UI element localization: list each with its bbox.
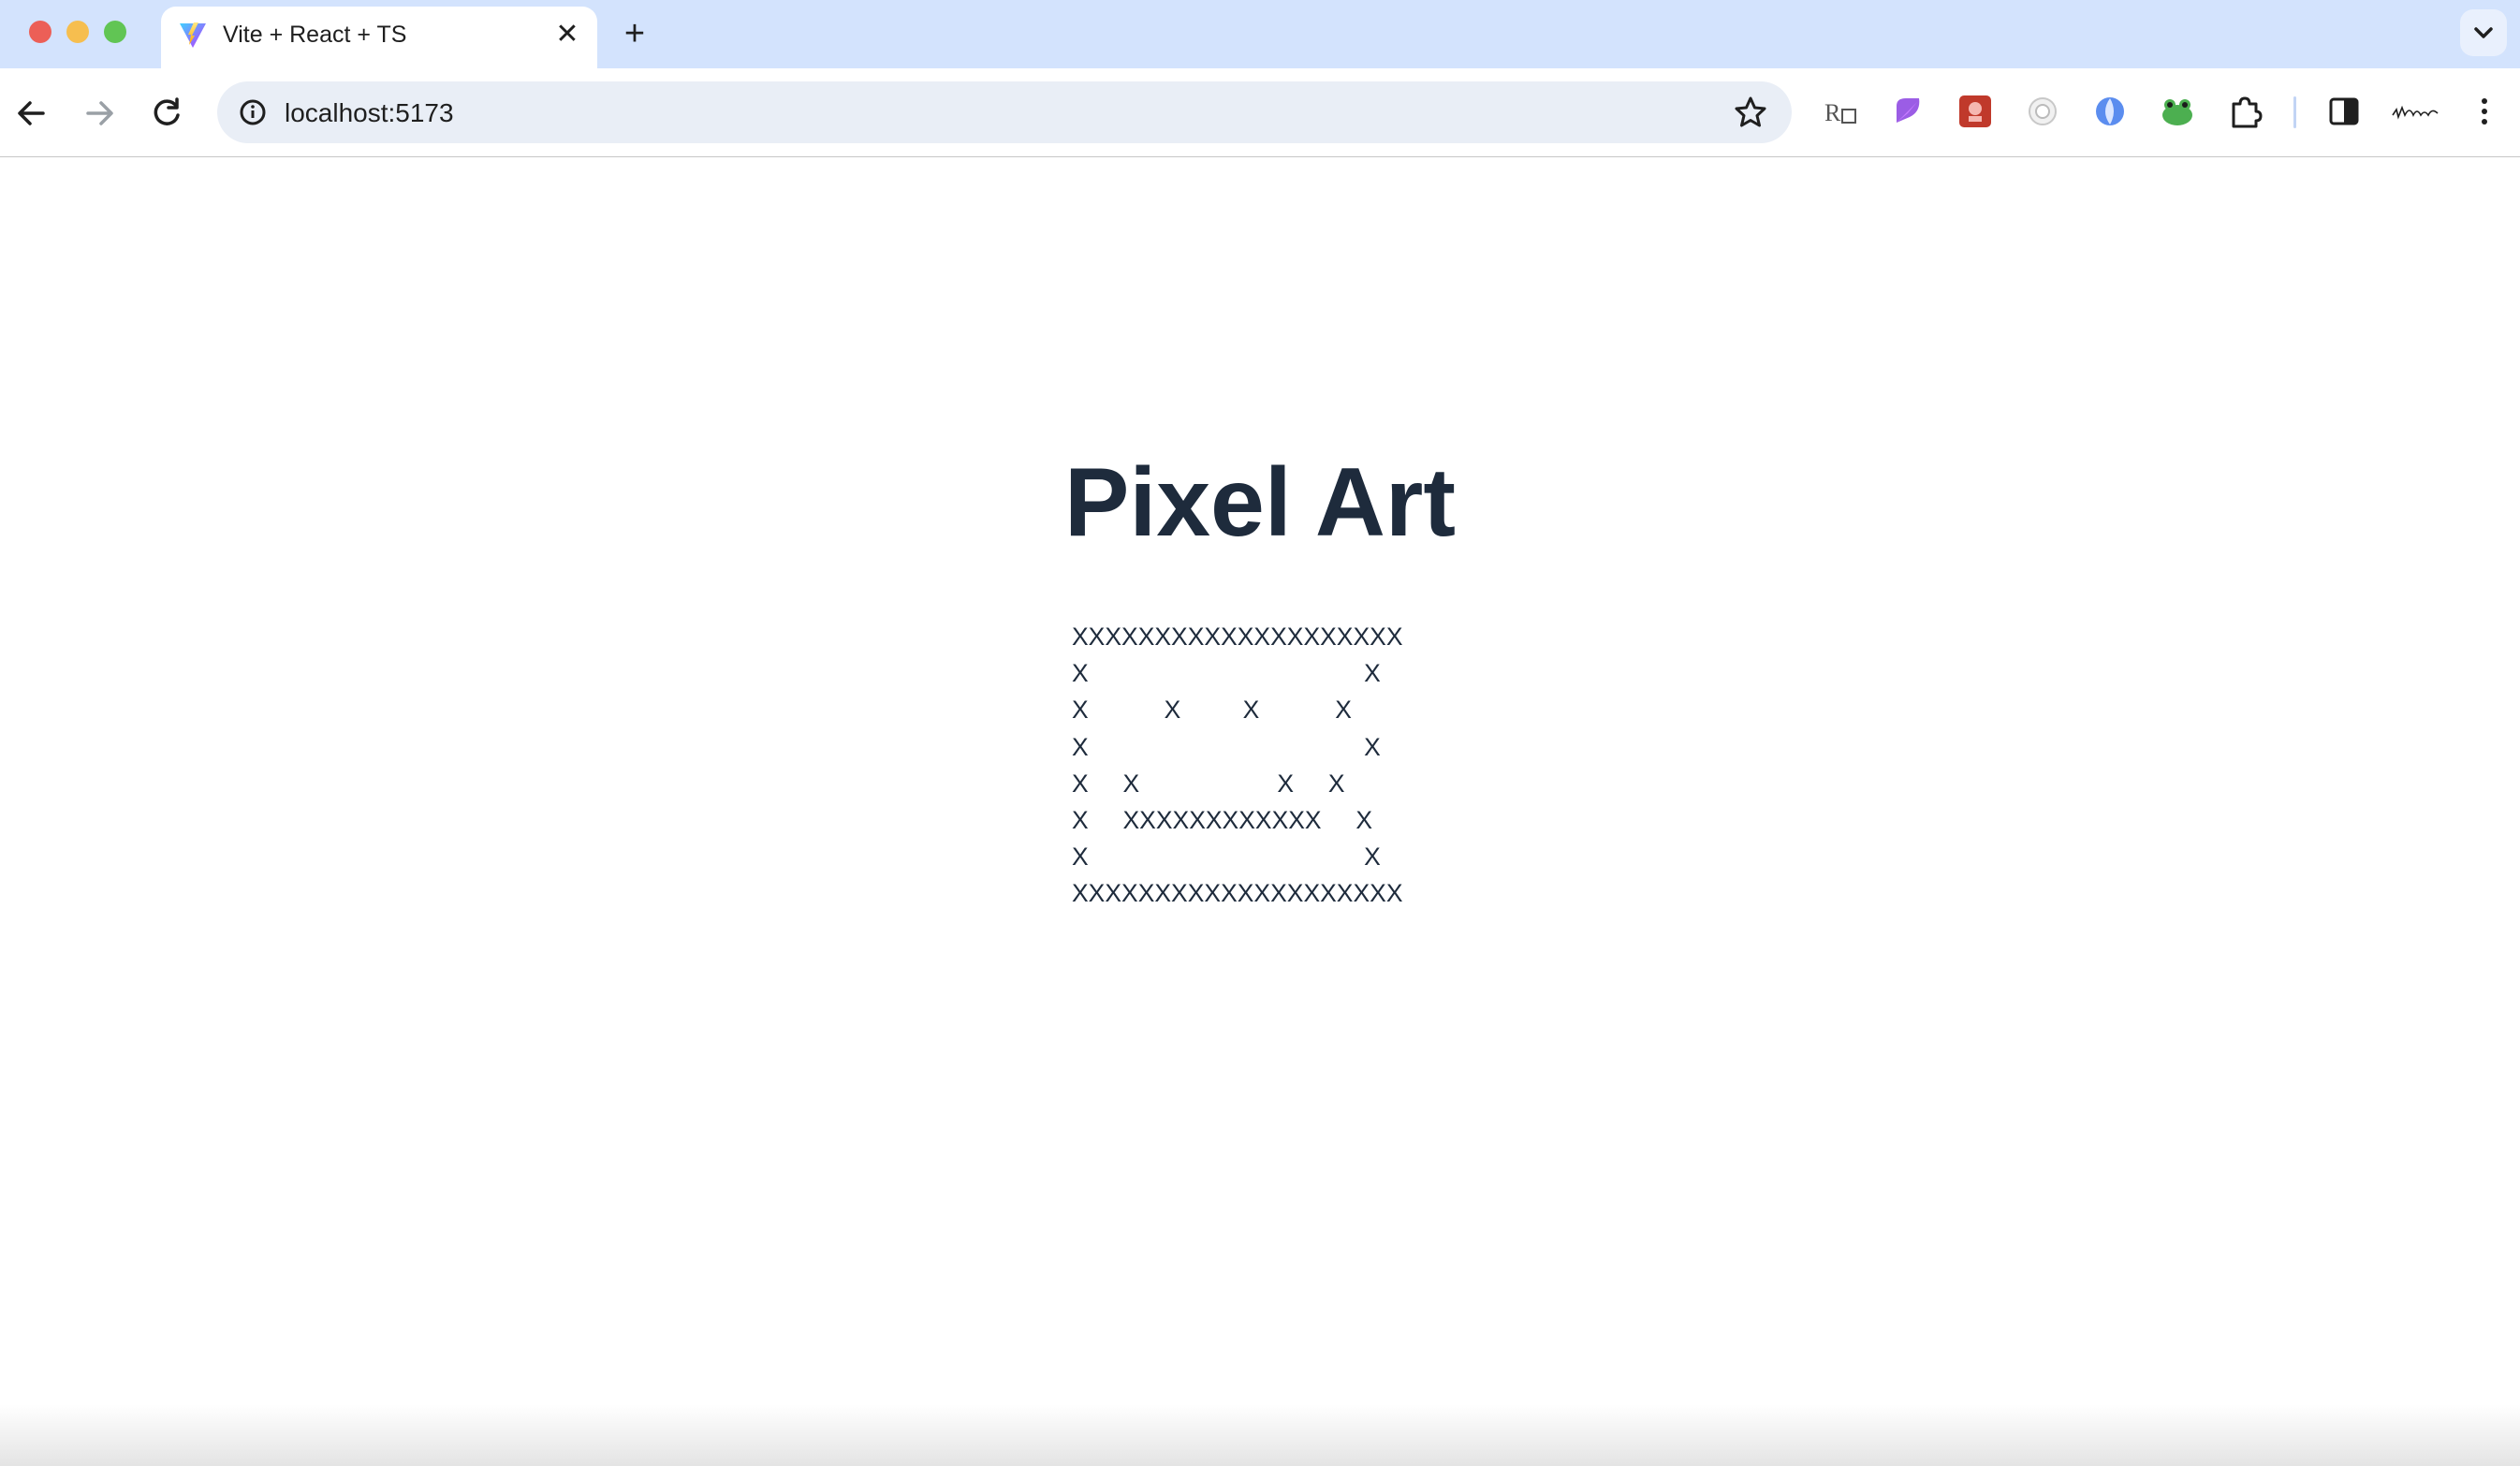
art-line: X X [1072, 732, 1381, 761]
art-line: XXXXXXXXXXXXXXXXXXXX [1072, 879, 1403, 908]
window-bottom-shadow [0, 1404, 2520, 1466]
back-arrow-icon[interactable] [6, 87, 58, 139]
art-line: X XXXXXXXXXXXX X [1072, 806, 1373, 835]
art-line: X X X X [1072, 769, 1345, 798]
readme-icon[interactable]: R [1822, 93, 1859, 130]
art-line: X X [1072, 659, 1381, 688]
art-line: X X X X [1072, 696, 1352, 725]
bookmark-star-icon[interactable] [1730, 92, 1771, 133]
browser-toolbar: localhost:5173 R [0, 68, 2520, 157]
purple-shape-icon[interactable] [1889, 93, 1927, 130]
profile-icon[interactable] [2389, 93, 2441, 130]
toolbar-separator [2293, 96, 2296, 128]
reload-icon[interactable] [140, 87, 193, 139]
window-maximize-button[interactable] [104, 21, 126, 43]
blue-circle-icon[interactable] [2091, 93, 2129, 130]
page-title-text: Pixel Art [1063, 448, 1457, 557]
page-title: Pixel Art [0, 447, 2520, 559]
puzzle-icon[interactable] [2226, 93, 2264, 130]
tab-search-button[interactable] [2460, 9, 2507, 56]
forward-arrow-icon[interactable] [73, 87, 125, 139]
vite-logo-icon [180, 22, 206, 48]
lens-icon[interactable] [2024, 93, 2061, 130]
browser-tab[interactable]: Vite + React + TS ✕ [161, 7, 597, 68]
window-minimize-button[interactable] [66, 21, 89, 43]
more-menu-icon[interactable] [2464, 91, 2505, 132]
url-text[interactable]: localhost:5173 [285, 97, 454, 129]
tab-close-icon[interactable]: ✕ [550, 18, 584, 51]
side-panel-icon[interactable] [2325, 93, 2363, 130]
frog-icon[interactable] [2159, 93, 2196, 130]
tab-strip: Vite + React + TS ✕ + [0, 0, 2520, 68]
pixel-art: XXXXXXXXXXXXXXXXXXXX X X X X X X X X X X X X… [1072, 619, 1403, 913]
svg-text:R: R [1824, 99, 1841, 126]
new-tab-button[interactable]: + [614, 13, 655, 54]
tab-title: Vite + React + TS [223, 22, 407, 48]
art-line: X X [1072, 843, 1381, 872]
site-info-icon[interactable] [232, 92, 273, 133]
art-line: XXXXXXXXXXXXXXXXXXXX [1072, 623, 1403, 651]
window-close-button[interactable] [29, 21, 51, 43]
chevron-down-icon [2474, 27, 2493, 38]
address-bar[interactable]: localhost:5173 [217, 81, 1792, 143]
red-extension-icon[interactable] [1956, 93, 1994, 130]
